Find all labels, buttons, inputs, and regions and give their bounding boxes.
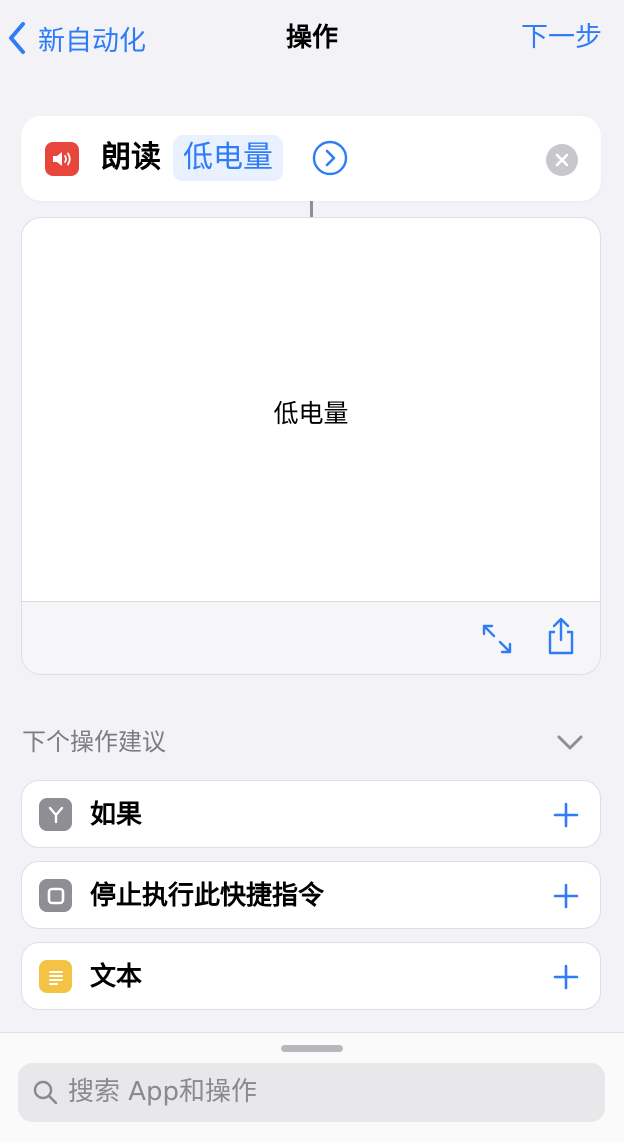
actions-bottom-sheet: 搜索 App和操作 (0, 1032, 624, 1142)
suggestion-text[interactable]: 文本 (21, 942, 601, 1010)
remove-action-icon[interactable] (545, 143, 579, 177)
branch-icon (39, 798, 72, 831)
speech-preview-card: 低电量 (21, 217, 601, 675)
search-placeholder: 搜索 App和操作 (68, 1077, 258, 1107)
search-input[interactable]: 搜索 App和操作 (18, 1063, 605, 1122)
expand-icon[interactable] (480, 622, 514, 656)
add-icon[interactable] (552, 801, 580, 829)
search-icon (33, 1080, 58, 1105)
text-icon (39, 960, 72, 993)
speaker-icon (45, 142, 79, 176)
add-icon[interactable] (552, 963, 580, 991)
add-icon[interactable] (552, 882, 580, 910)
suggestion-label: 停止执行此快捷指令 (90, 881, 325, 911)
next-button[interactable]: 下一步 (521, 18, 602, 58)
preview-text: 低电量 (273, 399, 349, 428)
action-connector-line (310, 201, 313, 218)
navigation-bar: 新自动化 操作 下一步 (0, 0, 624, 76)
suggestion-stop-shortcut[interactable]: 停止执行此快捷指令 (21, 861, 601, 929)
chevron-down-icon[interactable] (556, 733, 584, 753)
suggestions-header: 下个操作建议 (22, 728, 166, 756)
suggestion-label: 如果 (90, 800, 143, 830)
action-name: 朗读 (101, 140, 161, 175)
chevron-right-circle-icon[interactable] (312, 140, 348, 176)
suggestion-if[interactable]: 如果 (21, 780, 601, 848)
sheet-grabber[interactable] (281, 1045, 343, 1052)
stop-icon (39, 879, 72, 912)
preview-toolbar (22, 601, 600, 674)
suggestion-label: 文本 (90, 962, 143, 992)
speak-action-card[interactable]: 朗读 低电量 (21, 116, 601, 201)
share-icon[interactable] (544, 616, 578, 656)
action-parameter-token[interactable]: 低电量 (173, 135, 283, 181)
